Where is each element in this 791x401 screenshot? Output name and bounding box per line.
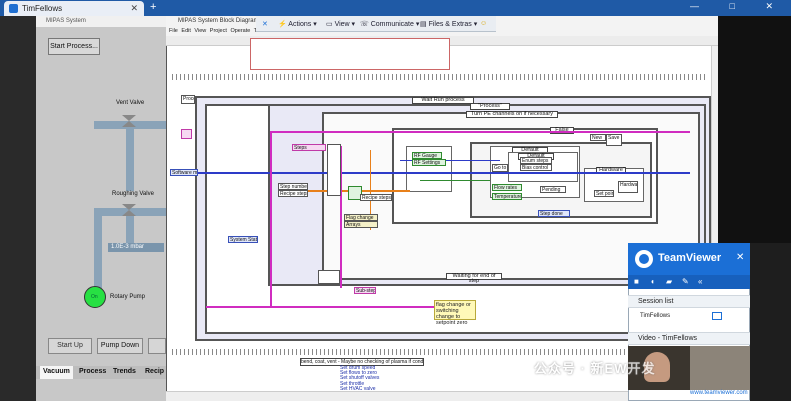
window-controls[interactable]: — □ ✕ xyxy=(690,1,787,12)
video-section-header[interactable]: Video - TimFellows xyxy=(628,332,750,345)
vertical-pipe-lower xyxy=(126,212,134,246)
close-session-icon[interactable]: ✕ xyxy=(262,20,268,28)
wire-pink-bottom xyxy=(206,306,436,308)
teamviewer-toolbar: ✕ ⚡ Actions ▾ ▭ View ▾ ☏ Communicate ▾ ▤… xyxy=(256,16,496,32)
teamviewer-panel-icons xyxy=(628,275,750,289)
menu-project[interactable]: Project xyxy=(210,28,227,34)
pink-terminal[interactable] xyxy=(181,129,192,139)
close-panel-icon[interactable]: ✕ xyxy=(736,252,744,263)
recipe-steps-node-2[interactable]: Recipe steps xyxy=(360,194,392,201)
session-list-header[interactable]: Session list xyxy=(628,295,750,308)
pump-state-label: On xyxy=(91,294,98,300)
monitor-icon[interactable] xyxy=(712,312,722,320)
rotary-pump-indicator[interactable]: On xyxy=(84,286,106,308)
top-cluster-box xyxy=(250,38,450,70)
video-camera-icon[interactable]: ■ xyxy=(634,277,639,286)
save-node[interactable]: Save xyxy=(606,134,622,146)
teamviewer-app-icon xyxy=(9,4,18,13)
flow-rates-node[interactable]: Flow rates xyxy=(492,184,522,191)
case-label-mid[interactable]: "Process" xyxy=(470,103,510,110)
session-item-timfellows[interactable]: TimFellows xyxy=(640,313,670,319)
tab-recip[interactable]: Recip xyxy=(142,366,167,379)
wechat-icon xyxy=(514,361,530,375)
menu-file[interactable]: File xyxy=(169,28,178,34)
software-models-node[interactable]: Software models xyxy=(170,169,198,176)
step-number-node[interactable]: Step number xyxy=(278,183,308,190)
new-node[interactable]: New xyxy=(590,134,606,141)
files-extras-menu[interactable]: ▤ Files & Extras ▾ xyxy=(420,20,477,28)
smiley-icon[interactable]: ☺ xyxy=(480,20,487,27)
chat-icon[interactable]: ▰ xyxy=(666,277,672,286)
vent-valve-label: Vent Valve xyxy=(116,100,145,106)
flag-change-node[interactable]: Flag change xyxy=(344,214,378,221)
pressure-readout: 1.0E-3 mbar xyxy=(108,243,164,252)
watermark: 公众号 · 新EW开发 xyxy=(534,361,656,376)
pending-node[interactable]: Pending xyxy=(540,186,566,193)
wire-blue-3 xyxy=(400,172,690,174)
recipe-steps-node[interactable]: Recipe steps xyxy=(278,190,308,197)
collapse-icon[interactable]: « xyxy=(698,277,702,286)
bias-control-node[interactable]: Bias control xyxy=(520,164,552,171)
right-dark-area xyxy=(718,16,791,243)
teamviewer-url-link[interactable]: www.teamviewer.com xyxy=(690,390,748,396)
new-tab-button[interactable]: + xyxy=(150,1,156,13)
tab-vacuum[interactable]: Vacuum xyxy=(40,366,73,379)
flag-change-comment: flag change or switching change to setpo… xyxy=(434,300,476,326)
vertical-pipe-upper xyxy=(126,121,134,191)
tab-trends[interactable]: Trends xyxy=(110,366,139,379)
steps-node[interactable]: Steps xyxy=(292,144,326,151)
set-point-node[interactable]: Set point xyxy=(594,190,614,197)
pump-pipe xyxy=(94,208,102,288)
step-done-node[interactable]: Step done xyxy=(538,210,570,217)
actions-menu[interactable]: ⚡ Actions ▾ xyxy=(278,20,317,28)
pump-down-button[interactable]: Pump Down xyxy=(97,338,143,354)
sub-step-terminal[interactable] xyxy=(318,270,340,284)
wire-software-models xyxy=(170,172,400,174)
view-menu[interactable]: ▭ View ▾ xyxy=(326,20,355,28)
tab-process[interactable]: Process xyxy=(76,366,109,379)
system-status-node[interactable]: System Status xyxy=(228,236,258,243)
sub-step-node[interactable]: Sub-step xyxy=(354,287,376,294)
go-to-start-node[interactable]: Go to start xyxy=(492,164,508,172)
case-label-outer[interactable]: Wait Run process xyxy=(412,97,474,104)
menu-view[interactable]: View xyxy=(194,28,206,34)
wire-pink-vertical xyxy=(270,131,272,307)
start-up-button[interactable]: Start Up xyxy=(48,338,92,354)
video-background-wall xyxy=(690,346,750,390)
rotary-pump-label: Rotary Pump xyxy=(110,294,146,300)
partial-button[interactable] xyxy=(148,338,166,354)
menu-edit[interactable]: Edit xyxy=(181,28,190,34)
rf-gauge-node[interactable]: RF Gauge xyxy=(412,152,442,159)
teamviewer-logo-icon xyxy=(635,250,653,268)
waiting-end-of-step-comment: Waiting for end of step xyxy=(446,273,502,284)
rf-settings-node[interactable]: RF Settings xyxy=(412,159,446,166)
hardware-config-node[interactable]: Hardware config xyxy=(618,181,638,193)
wire-pink-top xyxy=(270,131,690,133)
wrench-icon[interactable]: ✎ xyxy=(682,277,689,286)
close-tab-icon[interactable]: ✕ xyxy=(130,3,138,14)
wire-green xyxy=(420,180,490,181)
process-state-node[interactable]: Process state xyxy=(181,95,195,104)
tab-timfellows[interactable]: TimFellows ✕ xyxy=(4,1,144,16)
arrays-node[interactable]: Arrays xyxy=(344,221,378,228)
roughing-valve-label: Roughing Valve xyxy=(112,191,154,197)
index-array-node[interactable] xyxy=(327,144,341,196)
tab-title: TimFellows xyxy=(22,4,63,13)
bottom-property-node[interactable]: Set drum speed Set flows to zero Set shu… xyxy=(340,365,388,392)
menu-operate[interactable]: Operate xyxy=(230,28,250,34)
enum-steps-node[interactable]: Enum steps xyxy=(520,157,552,164)
headset-icon[interactable]: ◖ xyxy=(650,277,655,286)
mipas-window-title: MIPAS System xyxy=(36,16,166,27)
teamviewer-brand: TeamViewer xyxy=(658,252,722,264)
temperature-node[interactable]: Temperature xyxy=(492,193,522,200)
case-label-inner[interactable]: Turn PE channels on if necessary xyxy=(466,111,558,118)
top-hatch-strip xyxy=(172,74,708,80)
start-process-button[interactable]: Start Process... xyxy=(48,38,100,55)
communicate-menu[interactable]: ☏ Communicate ▾ xyxy=(360,20,419,28)
